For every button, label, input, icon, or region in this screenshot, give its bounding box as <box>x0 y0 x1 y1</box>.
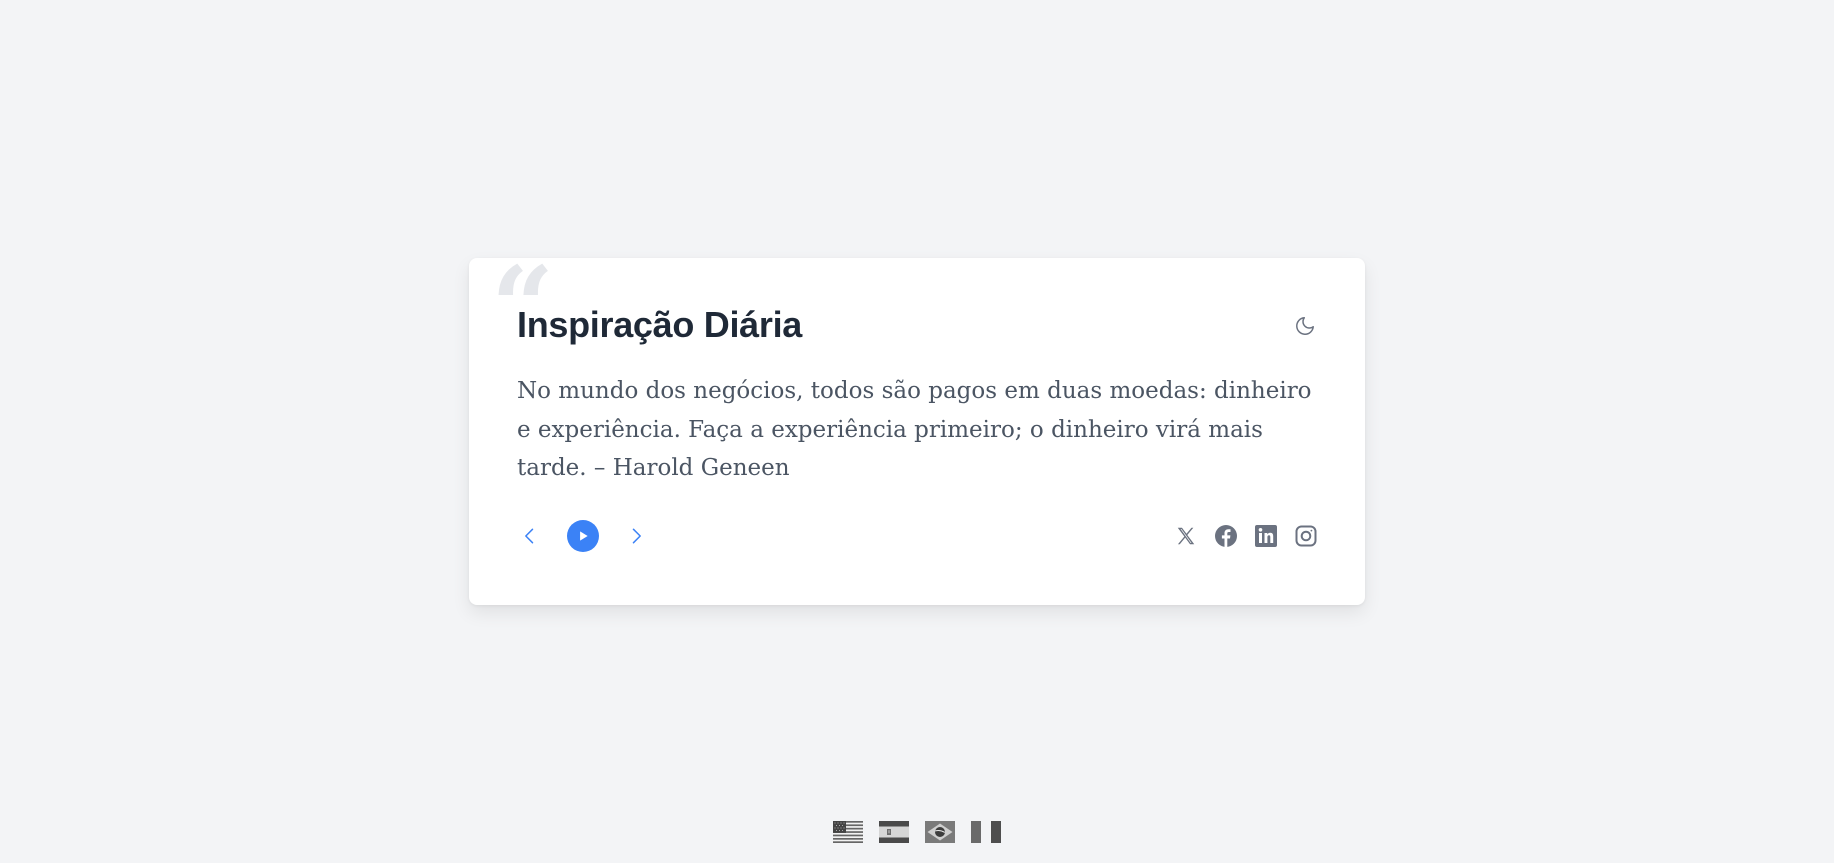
facebook-icon <box>1215 525 1237 547</box>
instagram-icon <box>1295 525 1317 547</box>
page-title: Inspiração Diária <box>517 304 803 345</box>
language-portuguese-button[interactable] <box>925 821 955 843</box>
share-linkedin-button[interactable] <box>1253 523 1279 549</box>
social-share-bar <box>1159 523 1319 549</box>
share-facebook-button[interactable] <box>1213 523 1239 549</box>
language-spanish-button[interactable] <box>879 821 909 843</box>
language-italian-button[interactable] <box>971 821 1001 843</box>
chevron-left-icon <box>525 528 534 544</box>
play-icon <box>580 531 588 541</box>
language-english-button[interactable] <box>833 821 863 843</box>
theme-toggle-button[interactable] <box>1291 312 1319 340</box>
quote-text: No mundo dos negócios, todos são pagos e… <box>517 378 1312 481</box>
moon-icon <box>1296 317 1314 335</box>
it-flag-icon <box>971 821 1001 843</box>
share-x-button[interactable] <box>1173 523 1199 549</box>
quote-controls <box>515 520 651 552</box>
next-quote-button[interactable] <box>621 521 651 551</box>
es-flag-icon <box>879 821 909 843</box>
language-selector <box>833 821 1001 843</box>
us-flag-icon <box>833 821 863 843</box>
previous-quote-button[interactable] <box>515 521 545 551</box>
quote-card: “ Inspiração Diária No mundo dos negócio… <box>469 252 1365 605</box>
linkedin-icon <box>1255 525 1277 547</box>
chevron-right-icon <box>632 528 641 544</box>
play-button[interactable] <box>567 520 599 552</box>
br-flag-icon <box>925 821 955 843</box>
share-instagram-button[interactable] <box>1293 523 1319 549</box>
x-icon <box>1177 527 1195 545</box>
